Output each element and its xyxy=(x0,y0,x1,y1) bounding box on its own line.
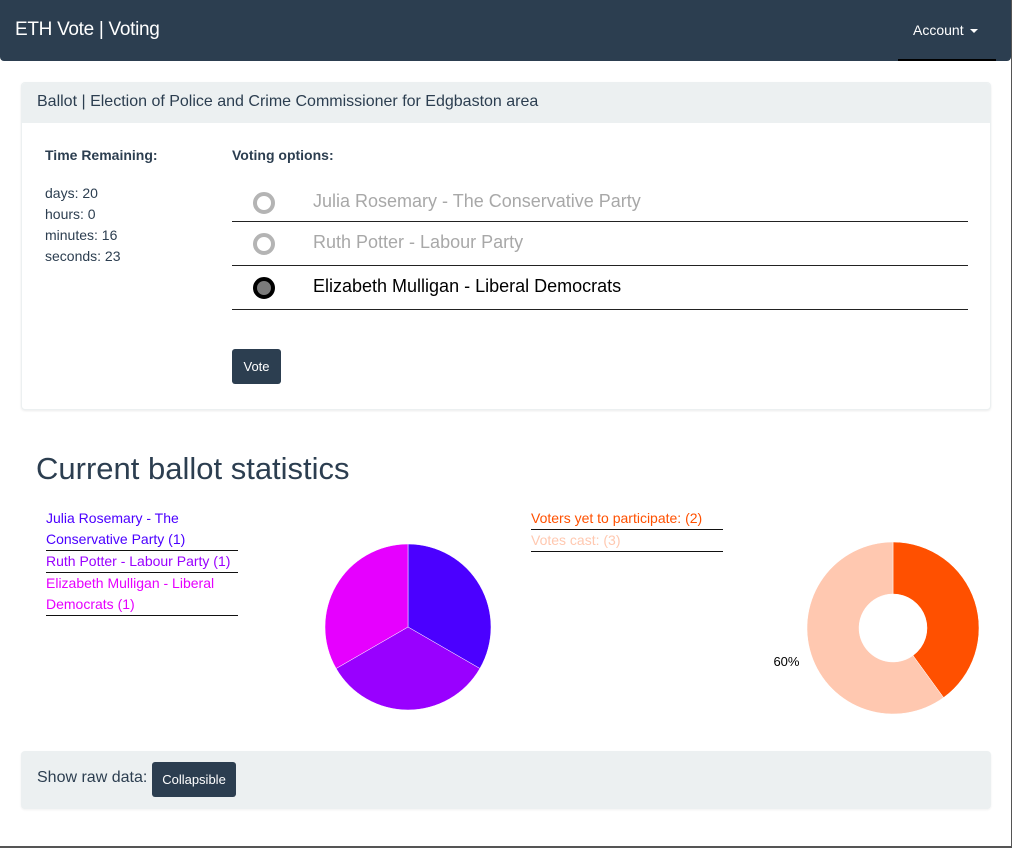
time-remaining: Time Remaining: days: 20 hours: 0 minute… xyxy=(45,147,158,267)
radio-button[interactable] xyxy=(253,192,275,214)
voting-options: Voting options: Julia Rosemary - The Con… xyxy=(232,147,968,384)
option-label: Ruth Potter - Labour Party xyxy=(313,232,524,252)
time-remaining-title: Time Remaining: xyxy=(45,147,158,163)
option-label: Elizabeth Mulligan - Liberal Democrats xyxy=(313,276,622,296)
ballot-panel: Ballot | Election of Police and Crime Co… xyxy=(21,82,991,410)
option-label: Julia Rosemary - The Conservative Party xyxy=(313,191,641,211)
voting-options-title: Voting options: xyxy=(232,147,334,163)
account-label: Account xyxy=(913,22,964,38)
vote-button[interactable]: Vote xyxy=(232,349,281,384)
legend-item[interactable]: Elizabeth Mulligan - Liberal Democrats (… xyxy=(46,573,238,616)
account-dropdown[interactable]: Account xyxy=(913,22,978,38)
legend-item[interactable]: Julia Rosemary - The Conservative Party … xyxy=(46,508,238,551)
time-seconds: seconds: 23 xyxy=(45,248,121,264)
voting-option[interactable]: Ruth Potter - Labour Party xyxy=(232,222,968,266)
participation-donut-chart: 60% xyxy=(773,541,980,715)
time-days: days: 20 xyxy=(45,185,98,201)
legend-item[interactable]: Votes cast: (3) xyxy=(531,530,723,552)
account-underline xyxy=(898,59,996,61)
collapsible-button[interactable]: Collapsible xyxy=(152,762,236,797)
candidates-legend: Julia Rosemary - The Conservative Party … xyxy=(46,508,238,616)
radio-button[interactable] xyxy=(253,277,275,299)
participation-legend: Voters yet to participate: (2) Votes cas… xyxy=(531,508,723,552)
navbar: ETH Vote | Voting Account xyxy=(0,0,1011,61)
ballot-heading: Ballot | Election of Police and Crime Co… xyxy=(22,83,990,123)
voting-option[interactable]: Julia Rosemary - The Conservative Party xyxy=(232,181,968,222)
raw-data-panel: Show raw data: Collapsible xyxy=(21,751,991,809)
brand-title[interactable]: ETH Vote | Voting xyxy=(15,19,160,41)
legend-item[interactable]: Ruth Potter - Labour Party (1) xyxy=(46,551,238,573)
time-hours: hours: 0 xyxy=(45,206,96,222)
raw-data-label: Show raw data: xyxy=(37,769,148,786)
candidates-pie-chart xyxy=(324,543,492,711)
caret-down-icon xyxy=(969,29,978,34)
stats-title: Current ballot statistics xyxy=(36,451,350,486)
voting-option[interactable]: Elizabeth Mulligan - Liberal Democrats xyxy=(232,266,968,310)
data-label-1: 60% xyxy=(773,654,799,669)
time-minutes: minutes: 16 xyxy=(45,227,118,243)
legend-item[interactable]: Voters yet to participate: (2) xyxy=(531,508,723,530)
radio-button[interactable] xyxy=(253,233,275,255)
